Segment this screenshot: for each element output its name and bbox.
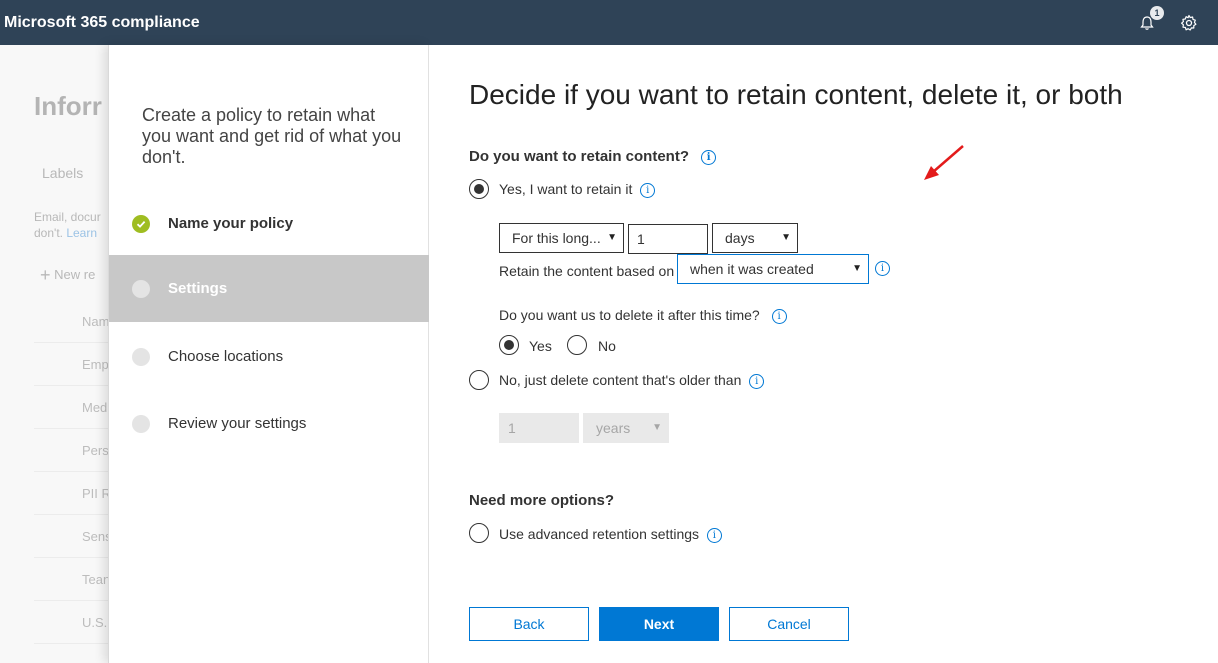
dropdown-arrow-icon: ▼ bbox=[781, 232, 791, 243]
dropdown-arrow-icon: ▼ bbox=[607, 232, 617, 243]
top-bar: Microsoft 365 compliance 1 bbox=[0, 0, 1218, 45]
background-description: Email, docur don't. Learn bbox=[34, 209, 101, 241]
retain-period-value: For this long... bbox=[512, 230, 601, 246]
annotation-arrow-icon bbox=[924, 145, 964, 180]
step-label: Choose locations bbox=[168, 348, 284, 365]
step-name-your-policy[interactable]: Name your policy bbox=[109, 190, 429, 257]
background-description-line2: don't. Learn bbox=[34, 225, 101, 241]
settings-button[interactable] bbox=[1178, 12, 1200, 34]
checkmark-icon bbox=[132, 214, 150, 233]
plus-icon: + bbox=[40, 265, 51, 285]
delete-question: Do you want us to delete it after this t… bbox=[499, 307, 787, 324]
background-description-line1: Email, docur bbox=[34, 210, 101, 224]
retain-unit-value: days bbox=[725, 230, 755, 246]
step-dot-icon bbox=[132, 347, 150, 366]
settings-content: Decide if you want to retain content, de… bbox=[429, 45, 1218, 663]
info-icon[interactable]: i bbox=[749, 373, 765, 389]
retain-period-select[interactable]: For this long... ▼ bbox=[499, 223, 624, 253]
retain-yes-radio[interactable] bbox=[469, 179, 489, 199]
info-icon[interactable]: i bbox=[875, 261, 890, 276]
step-dot-icon bbox=[132, 279, 150, 298]
background-new-button[interactable]: + New re bbox=[40, 265, 95, 286]
wizard-intro-text: Create a policy to retain what you want … bbox=[142, 105, 402, 167]
step-label: Name your policy bbox=[168, 215, 294, 232]
next-button[interactable]: Next bbox=[599, 607, 719, 641]
notification-badge: 1 bbox=[1150, 5, 1164, 20]
step-label: Review your settings bbox=[168, 415, 307, 432]
info-icon[interactable]: i bbox=[771, 308, 787, 324]
background-page-title: Inforr bbox=[34, 91, 102, 121]
dropdown-arrow-icon: ▼ bbox=[852, 263, 862, 274]
notifications-button[interactable]: 1 bbox=[1136, 5, 1164, 34]
retain-yes-text: Yes, I want to retain it bbox=[499, 181, 633, 197]
retain-based-on-select[interactable]: when it was created ▼ bbox=[677, 254, 869, 284]
delete-unit-select[interactable]: years ▼ bbox=[583, 413, 669, 443]
retain-amount-input[interactable]: 1 bbox=[628, 224, 708, 254]
app-title[interactable]: Microsoft 365 compliance bbox=[0, 14, 200, 32]
back-button[interactable]: Back bbox=[469, 607, 589, 641]
top-bar-icons: 1 bbox=[1136, 0, 1218, 45]
background-new-label: New re bbox=[54, 266, 96, 282]
more-options-heading: Need more options? bbox=[469, 492, 615, 509]
delete-yes-label: Yes bbox=[529, 338, 552, 354]
delete-yes-radio[interactable] bbox=[499, 335, 519, 355]
cancel-button[interactable]: Cancel bbox=[729, 607, 849, 641]
delete-amount-input[interactable]: 1 bbox=[499, 413, 579, 443]
retain-no-radio[interactable] bbox=[469, 370, 489, 390]
background-tab-labels: Labels bbox=[42, 165, 84, 181]
step-label: Settings bbox=[168, 280, 228, 297]
delete-unit-value: years bbox=[596, 420, 631, 436]
retain-question-text: Do you want to retain content? bbox=[469, 148, 689, 165]
wizard-steps-panel: Create a policy to retain what you want … bbox=[108, 45, 429, 663]
retain-based-on-value: when it was created bbox=[690, 261, 814, 277]
background-page: Inforr Labels Email, docur don't. Learn … bbox=[0, 45, 120, 663]
retain-based-on-label: Retain the content based on bbox=[499, 263, 675, 279]
delete-no-radio[interactable] bbox=[567, 335, 587, 355]
retain-no-text: No, just delete content that's older tha… bbox=[499, 372, 742, 388]
retain-yes-label: Yes, I want to retain it i bbox=[499, 181, 656, 198]
retain-unit-select[interactable]: days ▼ bbox=[712, 223, 798, 253]
info-icon[interactable]: i bbox=[640, 182, 656, 198]
step-dot-icon bbox=[132, 414, 150, 433]
retain-no-label: No, just delete content that's older tha… bbox=[499, 372, 765, 389]
step-settings[interactable]: Settings bbox=[109, 255, 429, 322]
delete-question-text: Do you want us to delete it after this t… bbox=[499, 307, 760, 323]
background-learn-link[interactable]: Learn bbox=[66, 226, 97, 240]
delete-no-label: No bbox=[598, 338, 616, 354]
step-choose-locations[interactable]: Choose locations bbox=[109, 323, 429, 390]
page-title: Decide if you want to retain content, de… bbox=[469, 79, 1123, 110]
info-icon[interactable]: i bbox=[706, 527, 722, 543]
background-description-text: don't. bbox=[34, 226, 63, 240]
gear-icon bbox=[1181, 14, 1197, 31]
retain-question: Do you want to retain content? i bbox=[469, 148, 717, 165]
advanced-settings-text: Use advanced retention settings bbox=[499, 526, 700, 542]
advanced-settings-radio[interactable] bbox=[469, 523, 489, 543]
info-icon[interactable]: i bbox=[701, 149, 717, 165]
step-review-your-settings[interactable]: Review your settings bbox=[109, 390, 429, 457]
dropdown-arrow-icon: ▼ bbox=[652, 422, 662, 433]
advanced-settings-label: Use advanced retention settings i bbox=[499, 526, 722, 543]
